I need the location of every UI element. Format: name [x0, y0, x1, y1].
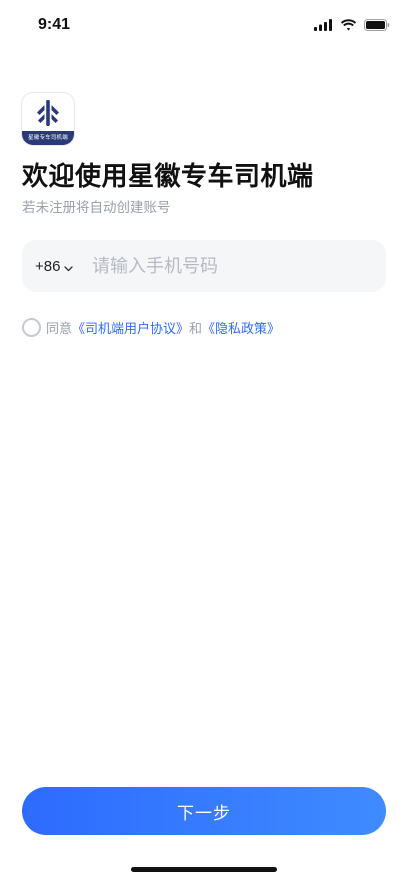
phone-field: +86	[22, 240, 386, 292]
logo-mark-icon	[37, 100, 59, 126]
page-title: 欢迎使用星徽专车司机端	[22, 162, 314, 192]
battery-icon	[364, 16, 390, 35]
agree-checkbox[interactable]	[22, 317, 41, 337]
status-time: 9:41	[38, 16, 71, 33]
app-logo: 星徽专车司机端	[22, 93, 74, 145]
logo-text: 星徽专车司机端	[22, 131, 74, 145]
agreement-row: 同意 《司机端用户协议》 和 《隐私政策》	[22, 316, 280, 338]
home-indicator	[131, 867, 277, 872]
chevron-down-icon	[64, 257, 74, 276]
agree-prefix: 同意	[46, 321, 73, 337]
agree-conjunction: 和	[189, 321, 203, 337]
status-icons	[314, 16, 390, 34]
country-code-label: +86	[35, 257, 61, 275]
next-button[interactable]: 下一步	[22, 787, 386, 835]
wifi-icon	[340, 16, 357, 35]
user-agreement-link[interactable]: 《司机端用户协议》	[72, 318, 189, 337]
phone-number-input[interactable]	[92, 240, 372, 292]
privacy-policy-link[interactable]: 《隐私政策》	[202, 318, 280, 337]
status-bar: 9:41	[0, 0, 408, 50]
cellular-signal-icon	[314, 16, 333, 35]
country-code-selector[interactable]: +86	[35, 240, 74, 292]
page-subtitle: 若未注册将自动创建账号	[22, 200, 171, 216]
